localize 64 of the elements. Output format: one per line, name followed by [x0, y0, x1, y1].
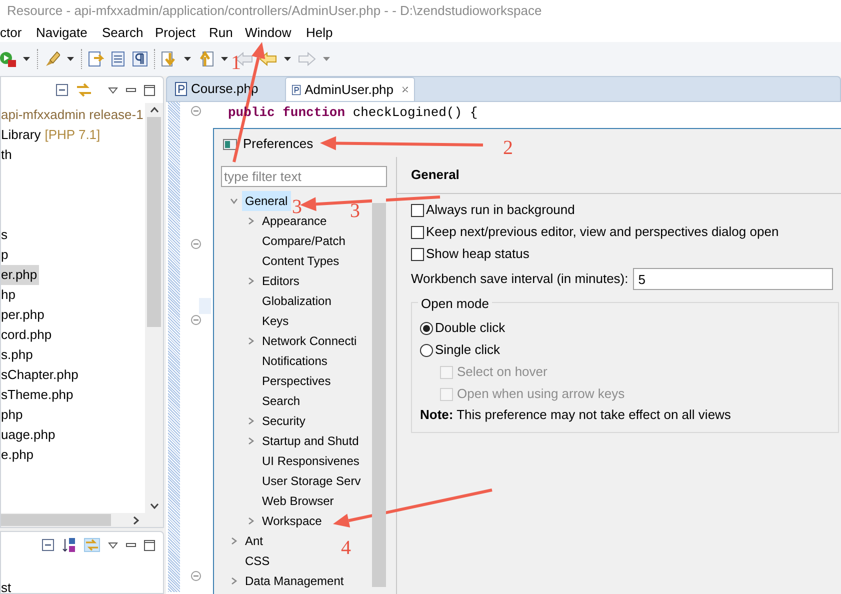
checkbox-label: Open when using arrow keys	[457, 385, 625, 404]
tree-item[interactable]: Content Types	[259, 251, 342, 271]
tree-item[interactable]: UI Responsivenes	[259, 451, 362, 471]
annotation-number: 3	[292, 196, 302, 218]
tree-item[interactable]: php	[1, 405, 23, 425]
checkbox-label: Select on hover	[457, 363, 548, 382]
checkbox-label: Show heap status	[426, 245, 530, 264]
tree-item[interactable]: p	[1, 245, 8, 265]
tree-item[interactable]: uage.php	[1, 425, 56, 445]
menu-item[interactable]: Window	[245, 23, 292, 42]
tree-item[interactable]: Network Connecti	[259, 331, 360, 351]
tree-item[interactable]: sChapter.php	[1, 365, 78, 385]
annotation-number: 4	[341, 537, 351, 559]
tree-item[interactable]: sTheme.php	[1, 385, 74, 405]
tree-item[interactable]: Editors	[259, 271, 302, 291]
tree-item[interactable]: er.php	[1, 265, 40, 285]
menu-item[interactable]: Project	[155, 23, 196, 42]
menu-item[interactable]: Search	[102, 23, 144, 42]
tree-item[interactable]: s	[1, 225, 8, 245]
annotation-number: 2	[503, 137, 513, 159]
menu-item[interactable]: Run	[209, 23, 233, 42]
tree-item[interactable]: hp	[1, 285, 16, 305]
tree-item[interactable]: General	[242, 191, 291, 211]
tree-item[interactable]: CSS	[242, 551, 273, 571]
tree-item[interactable]: Perspectives	[259, 371, 334, 391]
checkbox-label: Always run in background	[426, 201, 575, 220]
tree-item[interactable]: cord.php	[1, 325, 52, 345]
page-title: General	[411, 166, 460, 184]
dialog-title: Preferences	[243, 135, 314, 154]
tree-item[interactable]: s.php	[1, 345, 33, 365]
tree-item[interactable]: Security	[259, 411, 308, 431]
tree-item[interactable]: per.php	[1, 305, 44, 325]
window-title: Resource - api-mfxxadmin/application/controllers/AdminUser.php - - D:\zendstudioworkspace	[7, 2, 542, 20]
tree-item[interactable]: Workspace	[259, 511, 325, 531]
tree-item[interactable]: th	[1, 145, 12, 165]
tree-item[interactable]: Library	[1, 125, 41, 145]
radio-label: Single click	[435, 341, 500, 360]
tree-item[interactable]: Ant	[242, 531, 266, 551]
tree-item[interactable]: Compare/Patch	[259, 231, 348, 251]
tree-item[interactable]: Startup and Shutd	[259, 431, 362, 451]
checkbox-label: Keep next/previous editor, view and perspectives dialog open	[426, 223, 779, 242]
menu-item[interactable]: Navigate	[36, 23, 88, 42]
interval-field[interactable]: 5	[633, 268, 834, 290]
filter-field[interactable]: type filter text	[221, 166, 387, 187]
tree-item[interactable]: Notifications	[259, 351, 330, 371]
radio-label: Double click	[435, 319, 506, 338]
menu-item[interactable]: ctor	[0, 23, 22, 42]
tree-item[interactable]: Search	[259, 391, 304, 411]
tree-item[interactable]: api-mfxxadmin release-1	[1, 105, 144, 125]
field-label: Workbench save interval (in minutes):	[411, 270, 628, 288]
tree-item[interactable]: st	[1, 578, 12, 594]
version-label: [PHP 7.1]	[44, 126, 100, 144]
tree-item[interactable]: Globalization	[259, 291, 334, 311]
annotation-number: 1	[231, 52, 241, 74]
editor-tab[interactable]: AdminUser.php	[285, 77, 415, 101]
tree-item[interactable]: Web Browser	[259, 491, 337, 511]
tree-item[interactable]: User Storage Serv	[259, 471, 364, 491]
note-text: Note: This preference may not take effect on all views	[420, 406, 732, 424]
annotation-number: 3	[350, 200, 360, 222]
tree-item[interactable]: Data Management	[242, 571, 347, 591]
menu-item[interactable]: Help	[306, 23, 333, 42]
tree-item[interactable]: e.php	[1, 445, 34, 465]
tab-label: AdminUser.php	[304, 80, 394, 99]
tree-item[interactable]: Keys	[259, 311, 292, 331]
